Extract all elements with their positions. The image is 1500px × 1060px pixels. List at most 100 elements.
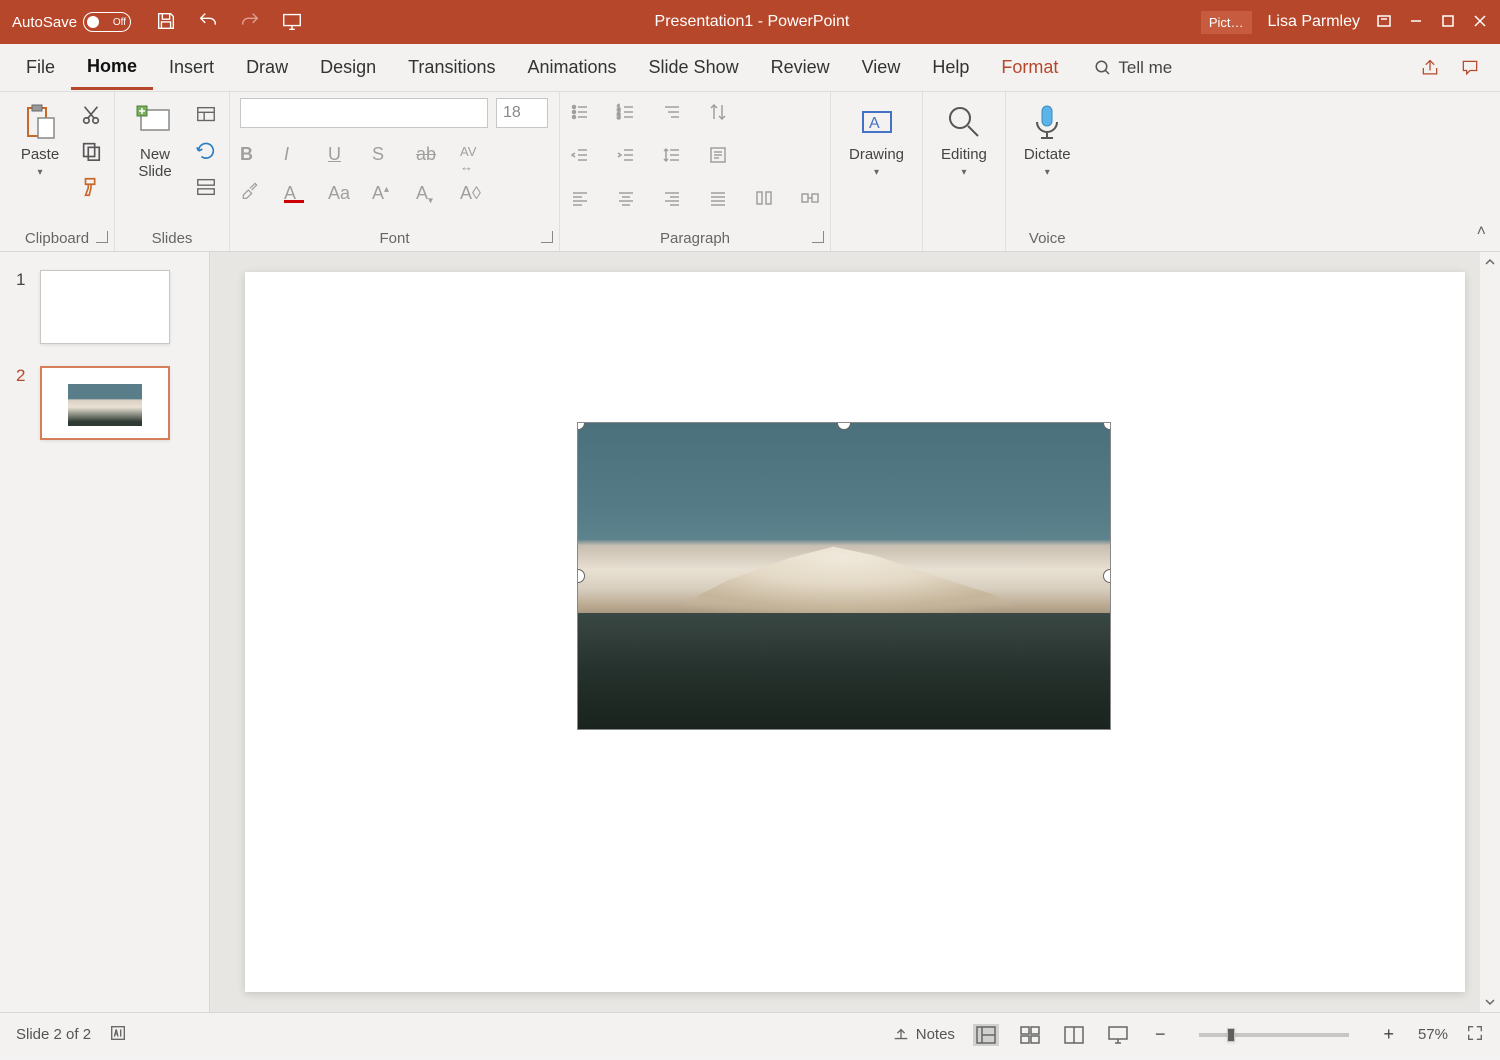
text-direction-icon[interactable] xyxy=(708,102,728,127)
character-spacing-icon[interactable]: AV↔ xyxy=(460,144,480,164)
tab-format[interactable]: Format xyxy=(985,47,1074,88)
numbering-icon[interactable]: 123 xyxy=(616,102,636,127)
zoom-slider[interactable] xyxy=(1199,1033,1349,1037)
tell-me-search[interactable]: Tell me xyxy=(1094,58,1172,78)
bullets-icon[interactable] xyxy=(570,102,590,127)
tab-transitions[interactable]: Transitions xyxy=(392,47,511,88)
redo-icon[interactable] xyxy=(239,10,261,35)
resize-handle-tr[interactable] xyxy=(1103,422,1111,430)
decrease-font-icon[interactable]: A▾ xyxy=(416,183,436,203)
copy-icon[interactable] xyxy=(78,138,104,164)
align-left-icon[interactable] xyxy=(570,188,590,213)
fit-to-window-icon[interactable] xyxy=(1466,1024,1484,1046)
underline-icon[interactable]: U xyxy=(328,144,348,164)
share-icon[interactable] xyxy=(1420,58,1440,78)
clear-formatting-icon[interactable]: A◊ xyxy=(460,183,480,203)
font-name-input[interactable] xyxy=(240,98,488,128)
smartart-icon[interactable] xyxy=(800,188,820,213)
italic-icon[interactable]: I xyxy=(284,144,304,164)
ribbon-display-icon[interactable] xyxy=(1376,13,1392,32)
comments-icon[interactable] xyxy=(1460,58,1480,78)
minimize-icon[interactable] xyxy=(1408,13,1424,32)
zoom-level[interactable]: 57% xyxy=(1418,1026,1448,1043)
slideshow-view-button[interactable] xyxy=(1105,1024,1131,1046)
slide-thumbnail-2[interactable]: 2 xyxy=(16,366,193,440)
drawing-button[interactable]: A Drawing ▾ xyxy=(841,98,912,182)
normal-view-button[interactable] xyxy=(973,1024,999,1046)
tab-animations[interactable]: Animations xyxy=(511,47,632,88)
zoom-out-button[interactable]: − xyxy=(1149,1024,1172,1045)
notes-button[interactable]: Notes xyxy=(892,1026,955,1044)
spell-check-icon[interactable] xyxy=(109,1024,127,1046)
change-case-icon[interactable]: Aa xyxy=(328,183,348,203)
resize-handle-br[interactable] xyxy=(1103,722,1111,730)
save-icon[interactable] xyxy=(155,10,177,35)
tab-review[interactable]: Review xyxy=(755,47,846,88)
decrease-indent-icon[interactable] xyxy=(570,145,590,170)
vertical-scrollbar[interactable] xyxy=(1480,252,1500,1012)
svg-text:3: 3 xyxy=(617,115,621,121)
user-name[interactable]: Lisa Parmley xyxy=(1268,13,1360,31)
slide-canvas[interactable] xyxy=(245,272,1465,992)
scroll-down-icon[interactable] xyxy=(1484,996,1496,1008)
autosave-toggle[interactable]: AutoSave Off xyxy=(0,12,143,32)
scroll-up-icon[interactable] xyxy=(1484,256,1496,268)
tab-draw[interactable]: Draw xyxy=(230,47,304,88)
columns-icon[interactable] xyxy=(754,188,774,213)
undo-icon[interactable] xyxy=(197,10,219,35)
tab-slideshow[interactable]: Slide Show xyxy=(633,47,755,88)
resize-handle-bl[interactable] xyxy=(577,722,585,730)
line-spacing-icon[interactable] xyxy=(662,145,682,170)
increase-indent-icon[interactable] xyxy=(616,145,636,170)
format-painter-icon[interactable] xyxy=(78,174,104,200)
layout-icon[interactable] xyxy=(193,102,219,128)
font-color-icon[interactable]: A xyxy=(284,183,304,203)
collapse-ribbon-icon[interactable]: ˄ xyxy=(1463,213,1500,251)
paste-button[interactable]: Paste ▾ xyxy=(10,98,70,182)
resize-handle-t[interactable] xyxy=(837,422,851,430)
dialog-launcher-icon[interactable] xyxy=(96,231,108,243)
font-size-input[interactable]: 18 xyxy=(496,98,548,128)
strikethrough-icon[interactable]: ab xyxy=(416,144,436,164)
reading-view-button[interactable] xyxy=(1061,1024,1087,1046)
dialog-launcher-icon[interactable] xyxy=(812,231,824,243)
paste-icon xyxy=(20,102,60,142)
zoom-in-button[interactable]: + xyxy=(1377,1024,1400,1045)
tab-help[interactable]: Help xyxy=(916,47,985,88)
dictate-button[interactable]: Dictate ▾ xyxy=(1016,98,1079,182)
section-icon[interactable] xyxy=(193,174,219,200)
slide-sorter-view-button[interactable] xyxy=(1017,1024,1043,1046)
selected-image[interactable] xyxy=(577,422,1111,730)
slide-thumbnail-1[interactable]: 1 xyxy=(16,270,193,344)
cut-icon[interactable] xyxy=(78,102,104,128)
justify-icon[interactable] xyxy=(708,188,728,213)
align-right-icon[interactable] xyxy=(662,188,682,213)
new-slide-button[interactable]: New Slide xyxy=(125,98,185,184)
tab-insert[interactable]: Insert xyxy=(153,47,230,88)
editing-button[interactable]: Editing ▾ xyxy=(933,98,995,182)
increase-font-icon[interactable]: A▴ xyxy=(372,183,392,203)
resize-handle-tl[interactable] xyxy=(577,422,585,430)
close-icon[interactable] xyxy=(1472,13,1488,32)
resize-handle-b[interactable] xyxy=(837,722,851,730)
start-from-beginning-icon[interactable] xyxy=(281,10,303,35)
tab-view[interactable]: View xyxy=(846,47,917,88)
resize-handle-r[interactable] xyxy=(1103,569,1111,583)
resize-handle-l[interactable] xyxy=(577,569,585,583)
zoom-slider-thumb[interactable] xyxy=(1227,1028,1235,1042)
shadow-icon[interactable]: S xyxy=(372,144,392,164)
tab-file[interactable]: File xyxy=(10,47,71,88)
align-center-icon[interactable] xyxy=(616,188,636,213)
picture-tools-contextual[interactable]: Pict… xyxy=(1201,11,1252,34)
reset-icon[interactable] xyxy=(193,138,219,164)
tab-design[interactable]: Design xyxy=(304,47,392,88)
bold-icon[interactable]: B xyxy=(240,144,260,164)
group-editing: Editing ▾ xyxy=(923,92,1006,251)
autosave-switch[interactable]: Off xyxy=(83,12,131,32)
align-text-icon[interactable] xyxy=(708,145,728,170)
highlight-icon[interactable] xyxy=(240,180,260,205)
list-level-icon[interactable] xyxy=(662,102,682,127)
dialog-launcher-icon[interactable] xyxy=(541,231,553,243)
maximize-icon[interactable] xyxy=(1440,13,1456,32)
tab-home[interactable]: Home xyxy=(71,46,153,90)
